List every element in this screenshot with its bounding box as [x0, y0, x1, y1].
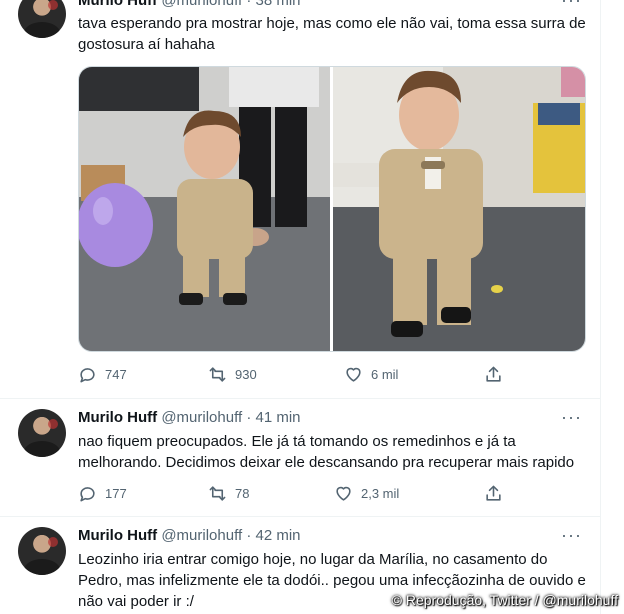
avatar[interactable] — [18, 0, 66, 38]
more-options-icon[interactable]: ··· — [561, 525, 582, 546]
tweet-time[interactable]: · 38 min — [246, 0, 300, 9]
tweet-actions: 177 78 2,3 mil — [78, 481, 518, 505]
tweet-actions: 747 930 6 mil — [78, 362, 518, 386]
author-handle[interactable]: @murilohuff — [161, 409, 242, 426]
author-handle[interactable]: @murilohuff — [161, 527, 242, 544]
tweet-1[interactable]: Murilo Huff @murilohuff · 38 min ··· tav… — [0, 0, 600, 398]
retweet-count: 930 — [235, 366, 257, 382]
reply-count: 747 — [105, 366, 127, 382]
photo-right[interactable] — [333, 67, 585, 351]
author-handle[interactable]: @murilohuff — [161, 0, 242, 9]
like-count: 6 mil — [371, 366, 399, 382]
tweet-time[interactable]: · 41 min — [246, 409, 300, 426]
retweet-button[interactable]: 930 — [208, 362, 257, 386]
reply-icon — [80, 367, 95, 382]
tweet-media[interactable] — [78, 66, 586, 352]
more-options-icon[interactable]: ··· — [561, 0, 582, 11]
share-button[interactable] — [484, 481, 503, 505]
retweet-button[interactable]: 78 — [208, 481, 249, 505]
retweet-icon — [209, 485, 226, 501]
like-button[interactable]: 2,3 mil — [334, 481, 399, 505]
author-name[interactable]: Murilo Huff — [78, 409, 157, 426]
tweet-2[interactable]: Murilo Huff @murilohuff · 41 min ··· nao… — [0, 399, 600, 516]
retweet-count: 78 — [235, 485, 250, 501]
more-options-icon[interactable]: ··· — [561, 407, 582, 428]
share-icon — [486, 485, 501, 501]
retweet-icon — [209, 366, 226, 382]
reply-icon — [80, 486, 95, 501]
reply-button[interactable]: 177 — [78, 481, 127, 505]
tweet-time[interactable]: · 42 min — [246, 527, 300, 544]
avatar[interactable] — [18, 527, 66, 575]
heart-icon — [336, 486, 351, 501]
share-button[interactable] — [484, 362, 503, 386]
author-name[interactable]: Murilo Huff — [78, 0, 157, 9]
tweet-header: Murilo Huff @murilohuff · 41 min — [78, 409, 301, 426]
share-icon — [486, 366, 501, 382]
reply-button[interactable]: 747 — [78, 362, 127, 386]
tweet-header: Murilo Huff @murilohuff · 42 min — [78, 527, 301, 544]
like-button[interactable]: 6 mil — [344, 362, 398, 386]
photo-left[interactable] — [79, 67, 330, 351]
author-name[interactable]: Murilo Huff — [78, 527, 157, 544]
avatar[interactable] — [18, 409, 66, 457]
tweet-text: nao fiquem preocupados. Ele já tá tomand… — [78, 433, 575, 471]
like-count: 2,3 mil — [361, 485, 400, 501]
tweet-header: Murilo Huff @murilohuff · 38 min — [78, 0, 301, 9]
heart-icon — [346, 367, 361, 382]
tweet-text: tava esperando pra mostrar hoje, mas com… — [78, 15, 590, 53]
timeline: Murilo Huff @murilohuff · 38 min ··· tav… — [0, 0, 601, 614]
image-credit: © Reprodução, Twitter / @murilohuff — [391, 592, 618, 608]
reply-count: 177 — [105, 485, 127, 501]
